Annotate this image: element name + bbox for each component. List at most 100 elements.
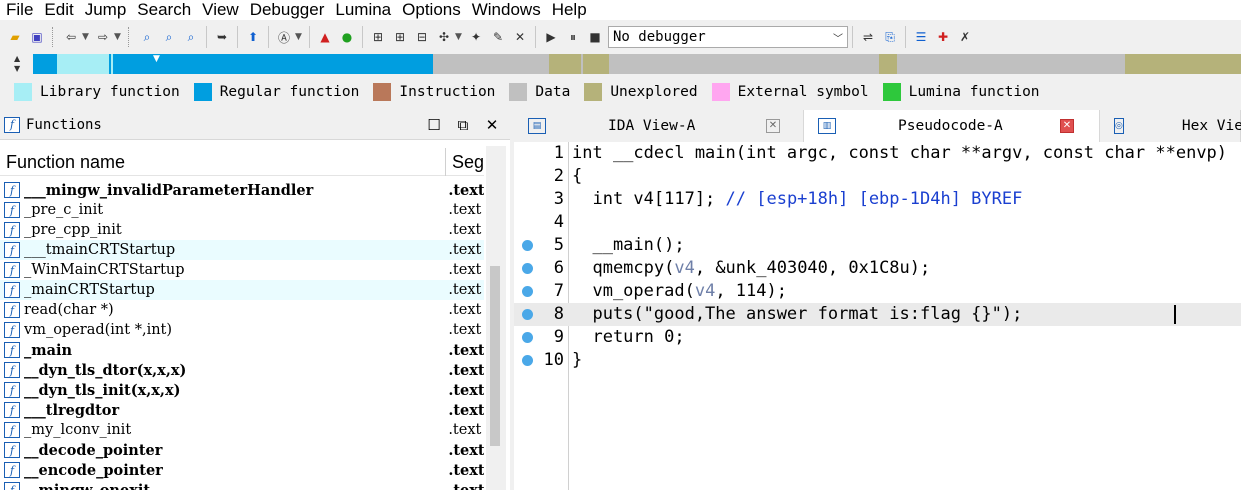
menu-edit[interactable]: Edit — [38, 0, 78, 20]
nav-grip-icon[interactable]: ▲ ▼ — [14, 54, 20, 74]
nav-segment[interactable] — [549, 54, 581, 74]
search-text-icon[interactable]: ⌕ — [159, 27, 179, 47]
breakpoint-dot-icon[interactable] — [522, 286, 533, 297]
scrollbar-thumb[interactable] — [490, 266, 500, 446]
function-row[interactable]: f __decode_pointer .text — [0, 440, 484, 460]
function-row[interactable]: f read(char *) .text — [0, 300, 484, 320]
arrow-up-icon[interactable]: ⬆ — [243, 27, 263, 47]
warning-icon[interactable]: ▲ — [315, 27, 335, 47]
nav-segment[interactable] — [57, 54, 109, 74]
search-binary-icon[interactable]: ⌕ — [137, 27, 157, 47]
code-line[interactable]: 8 puts("good,The answer format is:flag {… — [514, 303, 1241, 326]
function-row[interactable]: f __dyn_tls_init(x,x,x) .text — [0, 380, 484, 400]
function-row[interactable]: f _WinMainCRTStartup .text — [0, 260, 484, 280]
struct-icon[interactable]: ⊟ — [412, 27, 432, 47]
function-row[interactable]: f _main .text — [0, 340, 484, 360]
nav-segment[interactable] — [583, 54, 609, 74]
restore-icon[interactable]: ⧉ — [453, 115, 473, 135]
function-row[interactable]: f ___mingw_invalidParameterHandler .text — [0, 180, 484, 200]
code-line[interactable]: 9 return 0; — [514, 326, 1241, 349]
run-circle-icon[interactable]: ● — [337, 27, 357, 47]
navigation-band[interactable]: ▲ ▼ ▼ — [0, 52, 1241, 76]
forward-dropdown-icon[interactable]: ▼ — [114, 32, 124, 42]
back-dropdown-icon[interactable]: ▼ — [82, 32, 92, 42]
breakpoint-dot-icon[interactable] — [522, 355, 533, 366]
tab-close-icon[interactable]: ✕ — [1060, 119, 1074, 133]
code-line[interactable]: 1 int __cdecl main(int argc, const char *… — [514, 142, 1241, 165]
pseudocode-view[interactable]: 1 int __cdecl main(int argc, const char *… — [514, 142, 1241, 490]
close-x-icon[interactable]: ✕ — [510, 27, 530, 47]
debugger-select[interactable]: No debugger ﹀ — [608, 26, 848, 48]
attach-icon[interactable]: ⇌ — [858, 27, 878, 47]
nav-segment[interactable] — [113, 54, 433, 74]
code-line[interactable]: 4 — [514, 211, 1241, 234]
function-row[interactable]: f _pre_cpp_init .text — [0, 220, 484, 240]
tab-pseudocode-a[interactable]: ▥ Pseudocode-A ✕ — [804, 110, 1100, 142]
code-line[interactable]: 3 int v4[117]; // [esp+18h] [ebp-1D4h] B… — [514, 188, 1241, 211]
open-folder-icon[interactable]: ▰ — [5, 27, 25, 47]
nav-segment[interactable] — [33, 54, 57, 74]
nav-segment[interactable] — [897, 54, 1125, 74]
menu-lumina[interactable]: Lumina — [329, 0, 396, 20]
tab-ida-view-a[interactable]: ▤ IDA View-A ✕ — [514, 110, 804, 142]
play-icon[interactable]: ▶ — [541, 27, 561, 47]
function-row[interactable]: f ___tmainCRTStartup .text — [0, 240, 484, 260]
code-line[interactable]: 7 vm_operad(v4, 114); — [514, 280, 1241, 303]
menu-debugger[interactable]: Debugger — [244, 0, 330, 20]
patch-icon[interactable]: ✦ — [466, 27, 486, 47]
menu-file[interactable]: File — [0, 0, 38, 20]
column-segment[interactable]: Segment — [446, 148, 484, 176]
functions-scrollbar[interactable] — [486, 146, 506, 490]
forward-arrow-icon[interactable]: ⇨ — [93, 27, 113, 47]
list-icon[interactable]: ☰ — [911, 27, 931, 47]
breakpoint-dot-icon[interactable] — [522, 332, 533, 343]
breakpoint-dot-icon[interactable] — [522, 263, 533, 274]
save-icon[interactable]: ▣ — [27, 27, 47, 47]
function-row[interactable]: f _my_lconv_init .text — [0, 420, 484, 440]
breakpoint-dot-icon[interactable] — [522, 309, 533, 320]
function-row[interactable]: f __dyn_tls_dtor(x,x,x) .text — [0, 360, 484, 380]
function-row[interactable]: f vm_operad(int *,int) .text — [0, 320, 484, 340]
breakpoint-dot-icon[interactable] — [522, 240, 533, 251]
edit-icon[interactable]: ✎ — [488, 27, 508, 47]
tab-close-icon[interactable]: ✕ — [766, 119, 780, 133]
text-icon[interactable]: Ⓐ — [274, 27, 294, 47]
navigation-bar[interactable] — [33, 54, 1241, 74]
search-immediate-icon[interactable]: ⌕ — [181, 27, 201, 47]
close-icon[interactable]: ✕ — [482, 115, 502, 135]
breakpoint-add-icon[interactable]: ✚ — [933, 27, 953, 47]
breakpoint-remove-icon[interactable]: ✗ — [955, 27, 975, 47]
code-line[interactable]: 2{ — [514, 165, 1241, 188]
step-icon[interactable]: ⎘ — [880, 27, 900, 47]
text-dropdown-icon[interactable]: ▼ — [295, 32, 305, 42]
function-row[interactable]: f _pre_c_init .text — [0, 200, 484, 220]
function-row[interactable]: f _mainCRTStartup .text — [0, 280, 484, 300]
tab-hex-view-1[interactable]: ◎ Hex View-1 — [1100, 110, 1241, 142]
back-arrow-icon[interactable]: ⇦ — [61, 27, 81, 47]
enum-icon[interactable]: ✣ — [434, 27, 454, 47]
function-row[interactable]: f ___tlregdtor .text — [0, 400, 484, 420]
code-line[interactable]: 6 qmemcpy(v4, &unk_403040, 0x1C8u); — [514, 257, 1241, 280]
nav-segment[interactable] — [433, 54, 549, 74]
menu-search[interactable]: Search — [131, 0, 196, 20]
enum-dropdown-icon[interactable]: ▼ — [455, 32, 465, 42]
menu-view[interactable]: View — [196, 0, 244, 20]
nav-segment[interactable] — [879, 54, 897, 74]
stop-icon[interactable]: ■ — [585, 27, 605, 47]
code-icon[interactable]: ⊞ — [368, 27, 388, 47]
nav-segment[interactable] — [1125, 54, 1241, 74]
code-line[interactable]: 10} — [514, 349, 1241, 372]
column-function-name[interactable]: Function name — [0, 147, 446, 176]
code-line[interactable]: 5 __main(); — [514, 234, 1241, 257]
toolbar-grip[interactable] — [128, 27, 132, 47]
toolbar-grip[interactable] — [52, 27, 56, 47]
maximize-icon[interactable]: ☐ — [424, 115, 444, 135]
nav-segment[interactable] — [609, 54, 879, 74]
menu-jump[interactable]: Jump — [79, 0, 132, 20]
data-icon[interactable]: ⊞ — [390, 27, 410, 47]
menu-windows[interactable]: Windows — [466, 0, 546, 20]
menu-options[interactable]: Options — [396, 0, 466, 20]
jump-icon[interactable]: ➥ — [212, 27, 232, 47]
pause-icon[interactable]: ⏸ — [563, 27, 583, 47]
menu-help[interactable]: Help — [546, 0, 592, 20]
